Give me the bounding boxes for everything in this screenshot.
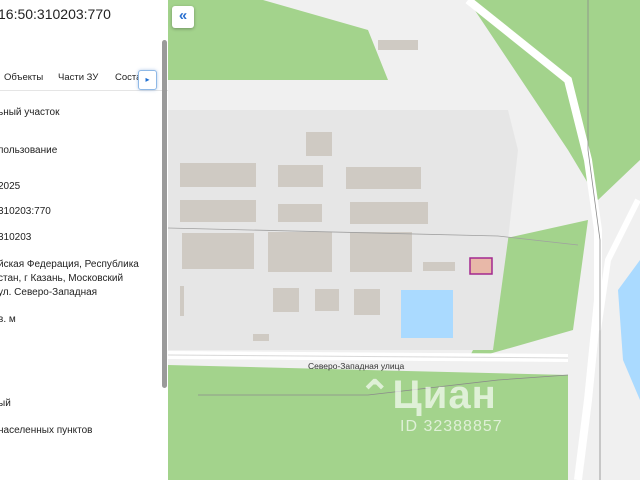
field-cadastral-quarter: 310203: [0, 232, 32, 243]
field-address-line-3: ул. Северо-Западная: [0, 287, 98, 298]
collapse-panel-button[interactable]: «: [172, 6, 194, 28]
building: [378, 40, 418, 50]
building: [423, 262, 455, 271]
building: [182, 233, 254, 269]
building: [350, 202, 428, 224]
field-status: ый: [0, 398, 11, 409]
selected-parcel[interactable]: [469, 257, 493, 275]
building: [278, 204, 322, 222]
water-pool: [401, 290, 453, 338]
field-land-category: населенных пунктов: [0, 425, 93, 436]
tab-parcel-parts[interactable]: Части ЗУ: [58, 72, 98, 83]
building: [278, 165, 323, 187]
cian-logo: ⌃Циан: [358, 373, 497, 417]
building: [180, 163, 256, 187]
building: [268, 232, 332, 272]
field-address-line-2: стан, г Казань, Московский: [0, 273, 124, 284]
building: [306, 132, 332, 156]
building: [346, 167, 421, 189]
field-category: ьный участок: [0, 107, 60, 118]
panel-scrollbar[interactable]: [162, 40, 167, 388]
info-panel: 16:50:310203:770 Объекты Части ЗУ Соста …: [0, 0, 168, 480]
street-label: Северо-Западная улица: [308, 361, 405, 371]
industrial-zone: [168, 110, 518, 350]
listing-id: ID 32388857: [400, 418, 503, 435]
building: [180, 200, 256, 222]
building: [180, 286, 184, 316]
building: [354, 289, 380, 315]
field-date: 2025: [0, 181, 21, 192]
cadastral-number: 16:50:310203:770: [0, 6, 111, 22]
field-cadastral-number: 310203:770: [0, 206, 51, 217]
field-usage: пользование: [0, 145, 58, 156]
map-view[interactable]: « Северо-Западная улица ⌃Циан ID 3238885…: [168, 0, 640, 480]
building: [350, 232, 412, 272]
building: [253, 334, 269, 341]
tab-objects[interactable]: Объекты: [4, 72, 43, 83]
cian-watermark: ⌃Циан ID 32388857: [358, 372, 502, 435]
water-edge-east: [618, 260, 640, 400]
green-area-north: [168, 0, 388, 80]
field-address-line-1: йская Федерация, Республика: [0, 259, 139, 270]
building: [273, 288, 299, 312]
building: [315, 289, 339, 311]
tabs-scroll-right-icon[interactable]: ▸: [138, 70, 157, 90]
field-area-unit: в. м: [0, 314, 16, 325]
